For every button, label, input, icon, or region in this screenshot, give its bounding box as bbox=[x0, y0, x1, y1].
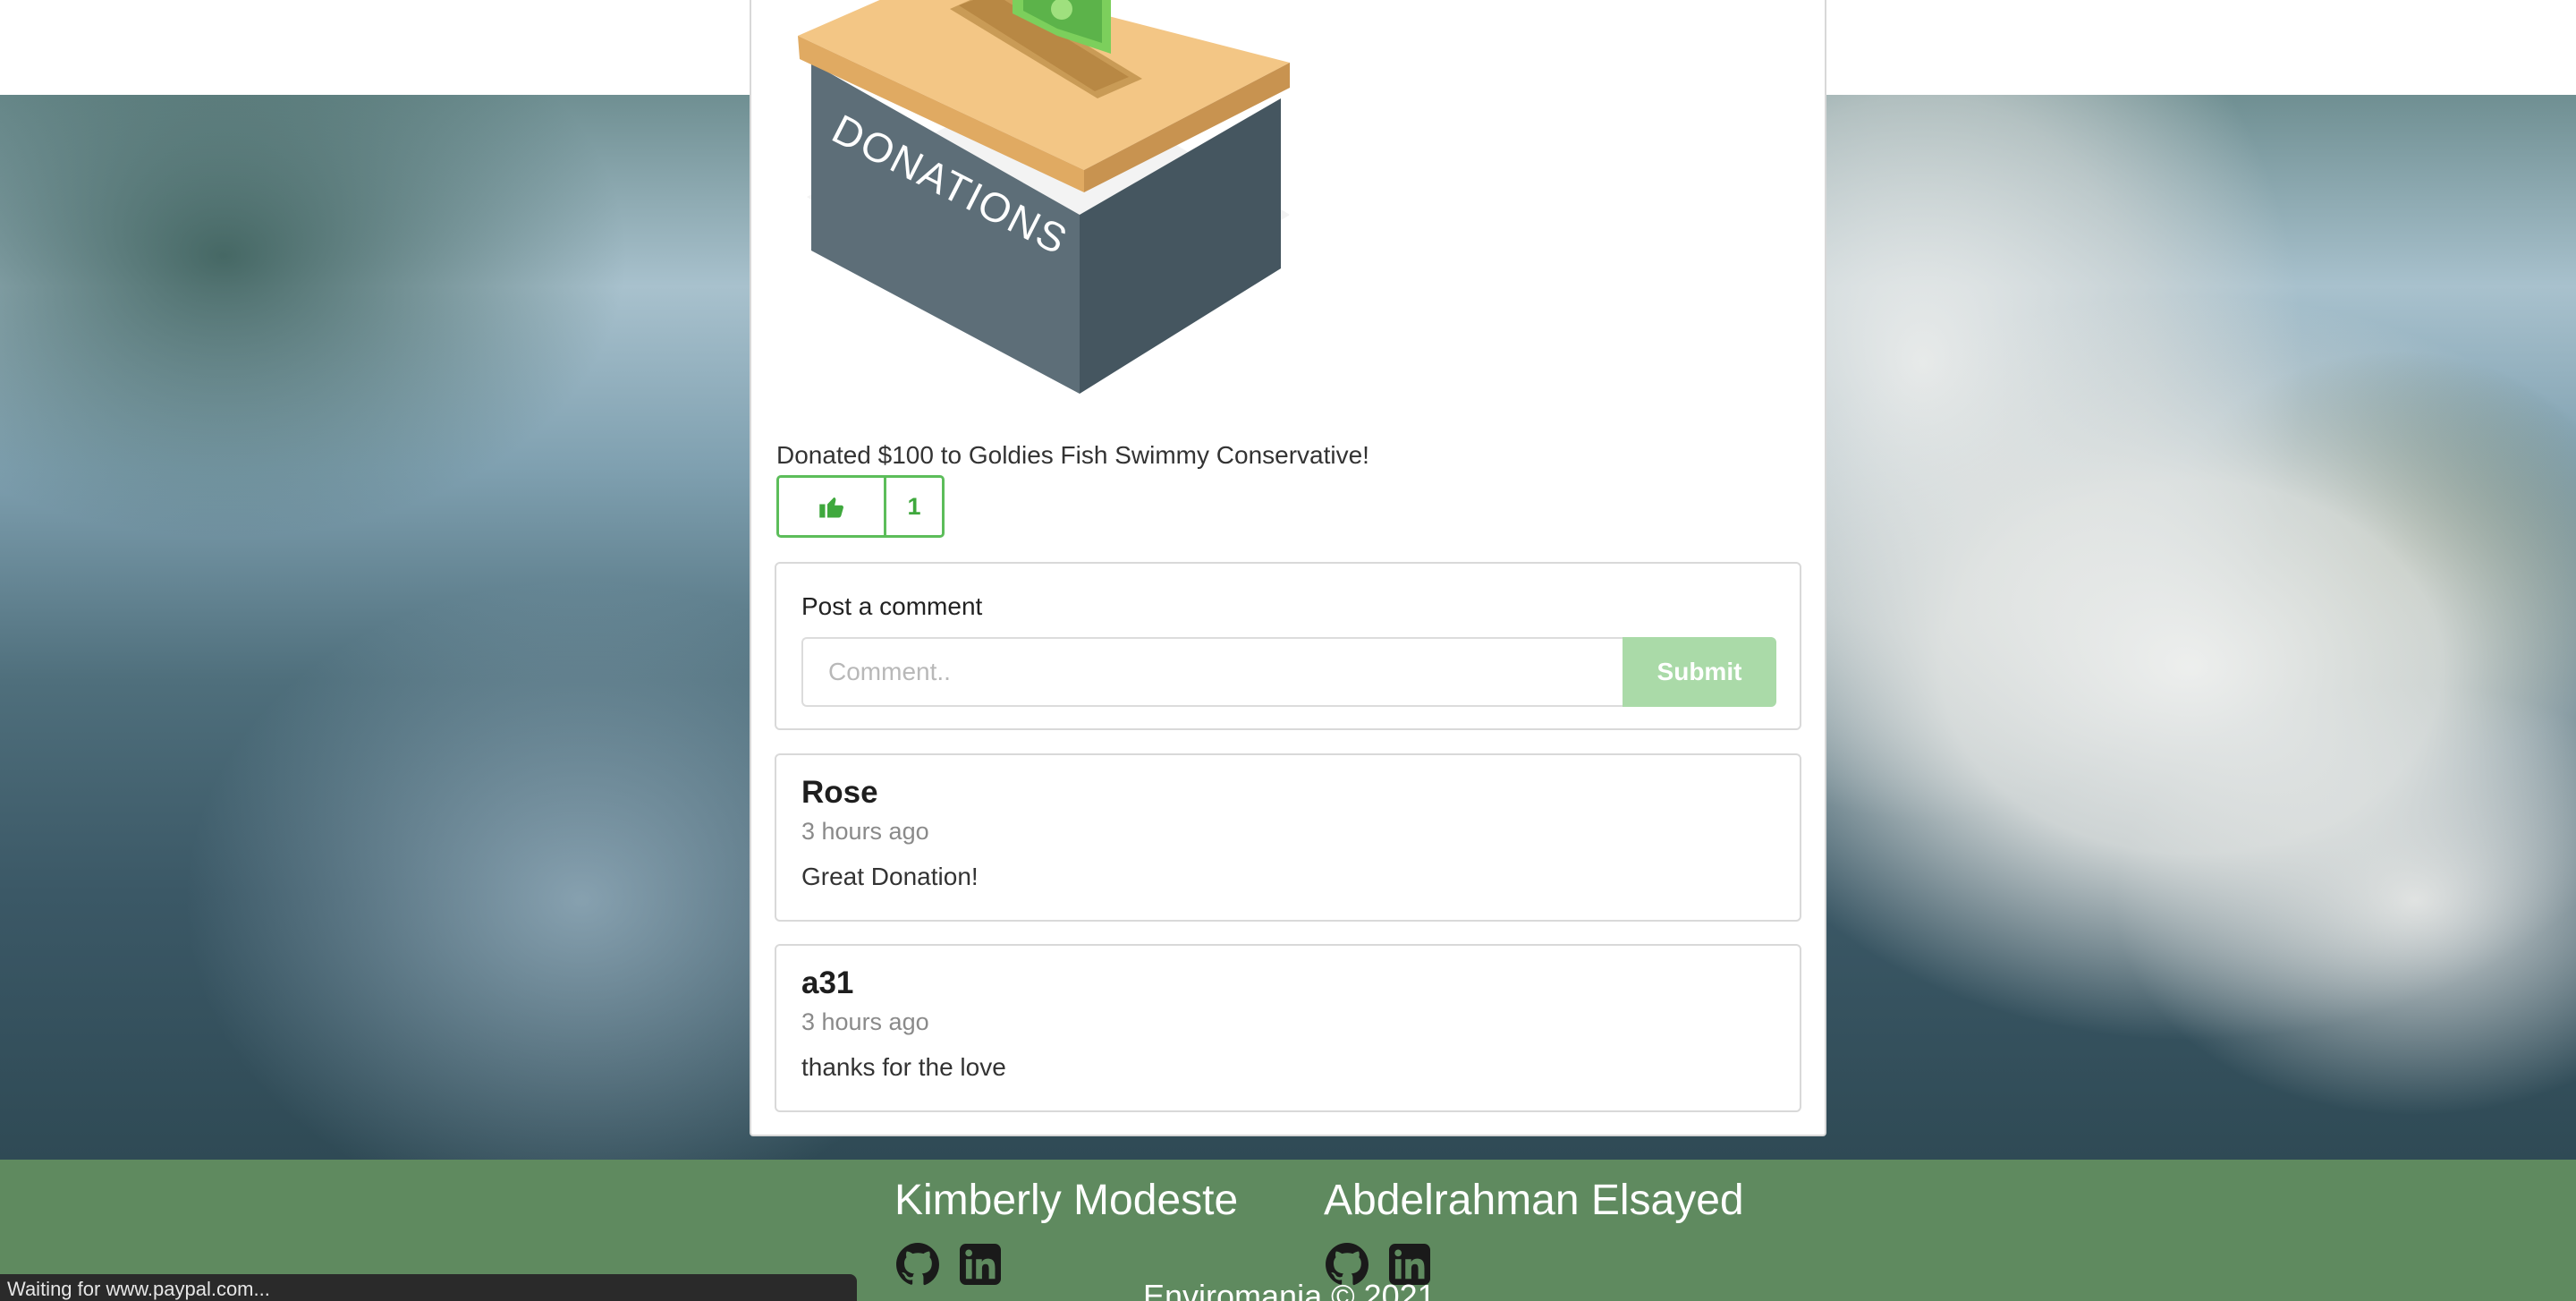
comment-input[interactable] bbox=[801, 637, 1623, 707]
github-icon[interactable] bbox=[894, 1241, 941, 1288]
like-count: 1 bbox=[907, 492, 921, 520]
comment-form-label: Post a comment bbox=[801, 592, 983, 620]
comment-author: a31 bbox=[801, 965, 854, 1000]
author-block: Kimberly Modeste bbox=[894, 1176, 1238, 1288]
author-name: Abdelrahman Elsayed bbox=[1324, 1177, 1744, 1224]
like-button[interactable]: 1 bbox=[776, 475, 945, 538]
comment-body: thanks for the love bbox=[801, 1053, 1006, 1081]
submit-button[interactable]: Submit bbox=[1623, 637, 1776, 707]
comment-time: 3 hours ago bbox=[801, 1008, 929, 1035]
browser-status-bar: Waiting for www.paypal.com... bbox=[0, 1274, 857, 1301]
comment-body: Great Donation! bbox=[801, 863, 979, 890]
comment-form: Post a comment Submit bbox=[775, 562, 1801, 730]
thumbs-up-icon bbox=[779, 478, 886, 535]
comment-item: a31 3 hours ago thanks for the love bbox=[775, 944, 1801, 1112]
comment-item: Rose 3 hours ago Great Donation! bbox=[775, 753, 1801, 922]
comment-author: Rose bbox=[801, 775, 878, 810]
author-name: Kimberly Modeste bbox=[894, 1177, 1239, 1224]
donation-box-image: DONATIONS bbox=[798, 0, 1290, 394]
copyright-text: Enviromania © 2021 bbox=[1143, 1278, 1436, 1301]
linkedin-icon[interactable] bbox=[957, 1241, 1004, 1288]
author-block: Abdelrahman Elsayed bbox=[1324, 1176, 1744, 1288]
comment-time: 3 hours ago bbox=[801, 818, 929, 845]
post-text: Donated $100 to Goldies Fish Swimmy Cons… bbox=[776, 441, 1369, 469]
